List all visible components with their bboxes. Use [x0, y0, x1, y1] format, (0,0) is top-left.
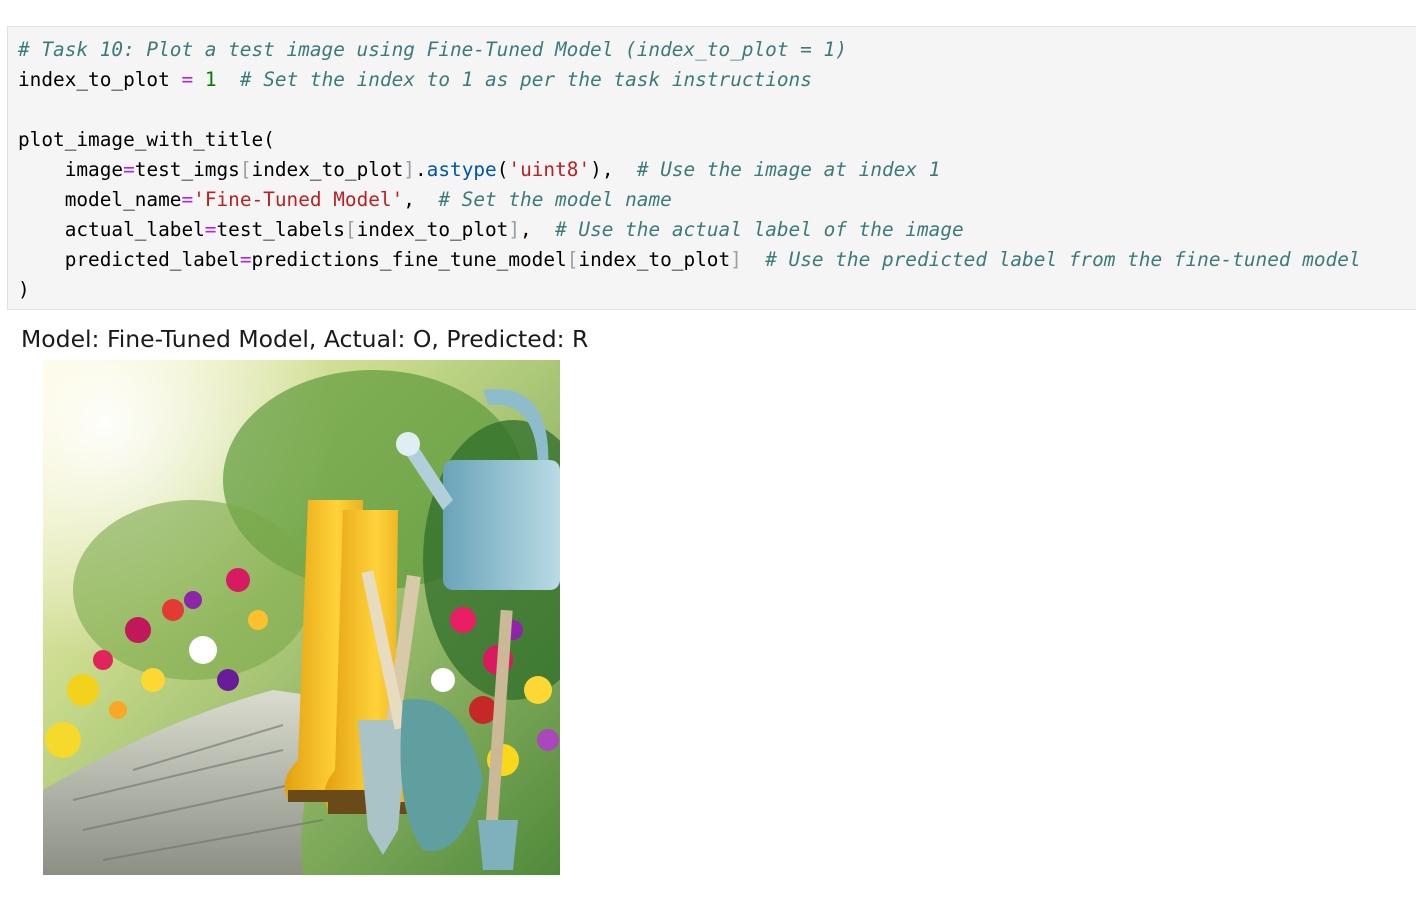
- code-token: # Set the model name: [438, 188, 672, 211]
- code-token: test_imgs: [134, 158, 240, 181]
- code-token: index_to_plot: [18, 68, 182, 91]
- code-token: [: [239, 158, 252, 181]
- code-line: actual_label=test_labels[index_to_plot],…: [18, 215, 1361, 245]
- code-token: predicted_label: [18, 248, 240, 271]
- code-token: # Use the actual label of the image: [555, 218, 964, 241]
- code-token: ]: [403, 158, 415, 181]
- code-editor[interactable]: # Task 10: Plot a test image using Fine-…: [18, 35, 1361, 305]
- code-token: index_to_plot: [251, 158, 404, 181]
- code-token: plot_image_with_title(: [18, 128, 275, 151]
- code-token: index_to_plot: [356, 218, 509, 241]
- garden-photo: [43, 360, 560, 875]
- code-line: predicted_label=predictions_fine_tune_mo…: [18, 245, 1361, 275]
- code-token: ,: [403, 188, 439, 211]
- code-line: image=test_imgs[index_to_plot].astype('u…: [18, 155, 1361, 185]
- code-token: ): [18, 278, 30, 301]
- code-line: model_name='Fine-Tuned Model', # Set the…: [18, 185, 1361, 215]
- code-token: # Task 10: Plot a test image using Fine-…: [18, 38, 847, 61]
- code-token: astype: [426, 158, 497, 181]
- code-line: index_to_plot = 1 # Set the index to 1 a…: [18, 65, 1361, 95]
- code-token: index_to_plot: [578, 248, 731, 271]
- code-token: ]: [508, 218, 521, 241]
- code-token: actual_label: [18, 218, 205, 241]
- code-token: =: [181, 188, 194, 211]
- code-token: =: [181, 68, 194, 91]
- code-token: =: [239, 248, 252, 271]
- code-token: (: [496, 158, 509, 181]
- code-token: [: [344, 218, 357, 241]
- code-line: # Task 10: Plot a test image using Fine-…: [18, 35, 1361, 65]
- code-token: ),: [590, 158, 637, 181]
- code-token: ]: [730, 248, 742, 271]
- code-cell[interactable]: # Task 10: Plot a test image using Fine-…: [7, 26, 1416, 310]
- code-line: ): [18, 275, 1361, 305]
- code-token: # Set the index to 1 as per the task ins…: [239, 68, 812, 91]
- plot-title: Model: Fine-Tuned Model, Actual: O, Pred…: [21, 325, 589, 353]
- plot-image: [43, 360, 560, 875]
- code-token: ,: [520, 218, 556, 241]
- code-token: model_name: [18, 188, 182, 211]
- code-token: # Use the image at index 1: [636, 158, 941, 181]
- cell-output: Model: Fine-Tuned Model, Actual: O, Pred…: [0, 318, 700, 898]
- code-token: [: [566, 248, 579, 271]
- code-token: 'Fine-Tuned Model': [193, 188, 404, 211]
- code-token: 1: [204, 68, 217, 91]
- code-token: 'uint8': [508, 158, 591, 181]
- code-token: # Use the predicted label from the fine-…: [765, 248, 1361, 271]
- code-token: =: [123, 158, 135, 181]
- code-token: image: [18, 158, 124, 181]
- code-token: .: [414, 158, 427, 181]
- code-token: test_labels: [216, 218, 345, 241]
- code-line: plot_image_with_title(: [18, 125, 1361, 155]
- code-token: predictions_fine_tune_model: [251, 248, 567, 271]
- code-token: =: [204, 218, 217, 241]
